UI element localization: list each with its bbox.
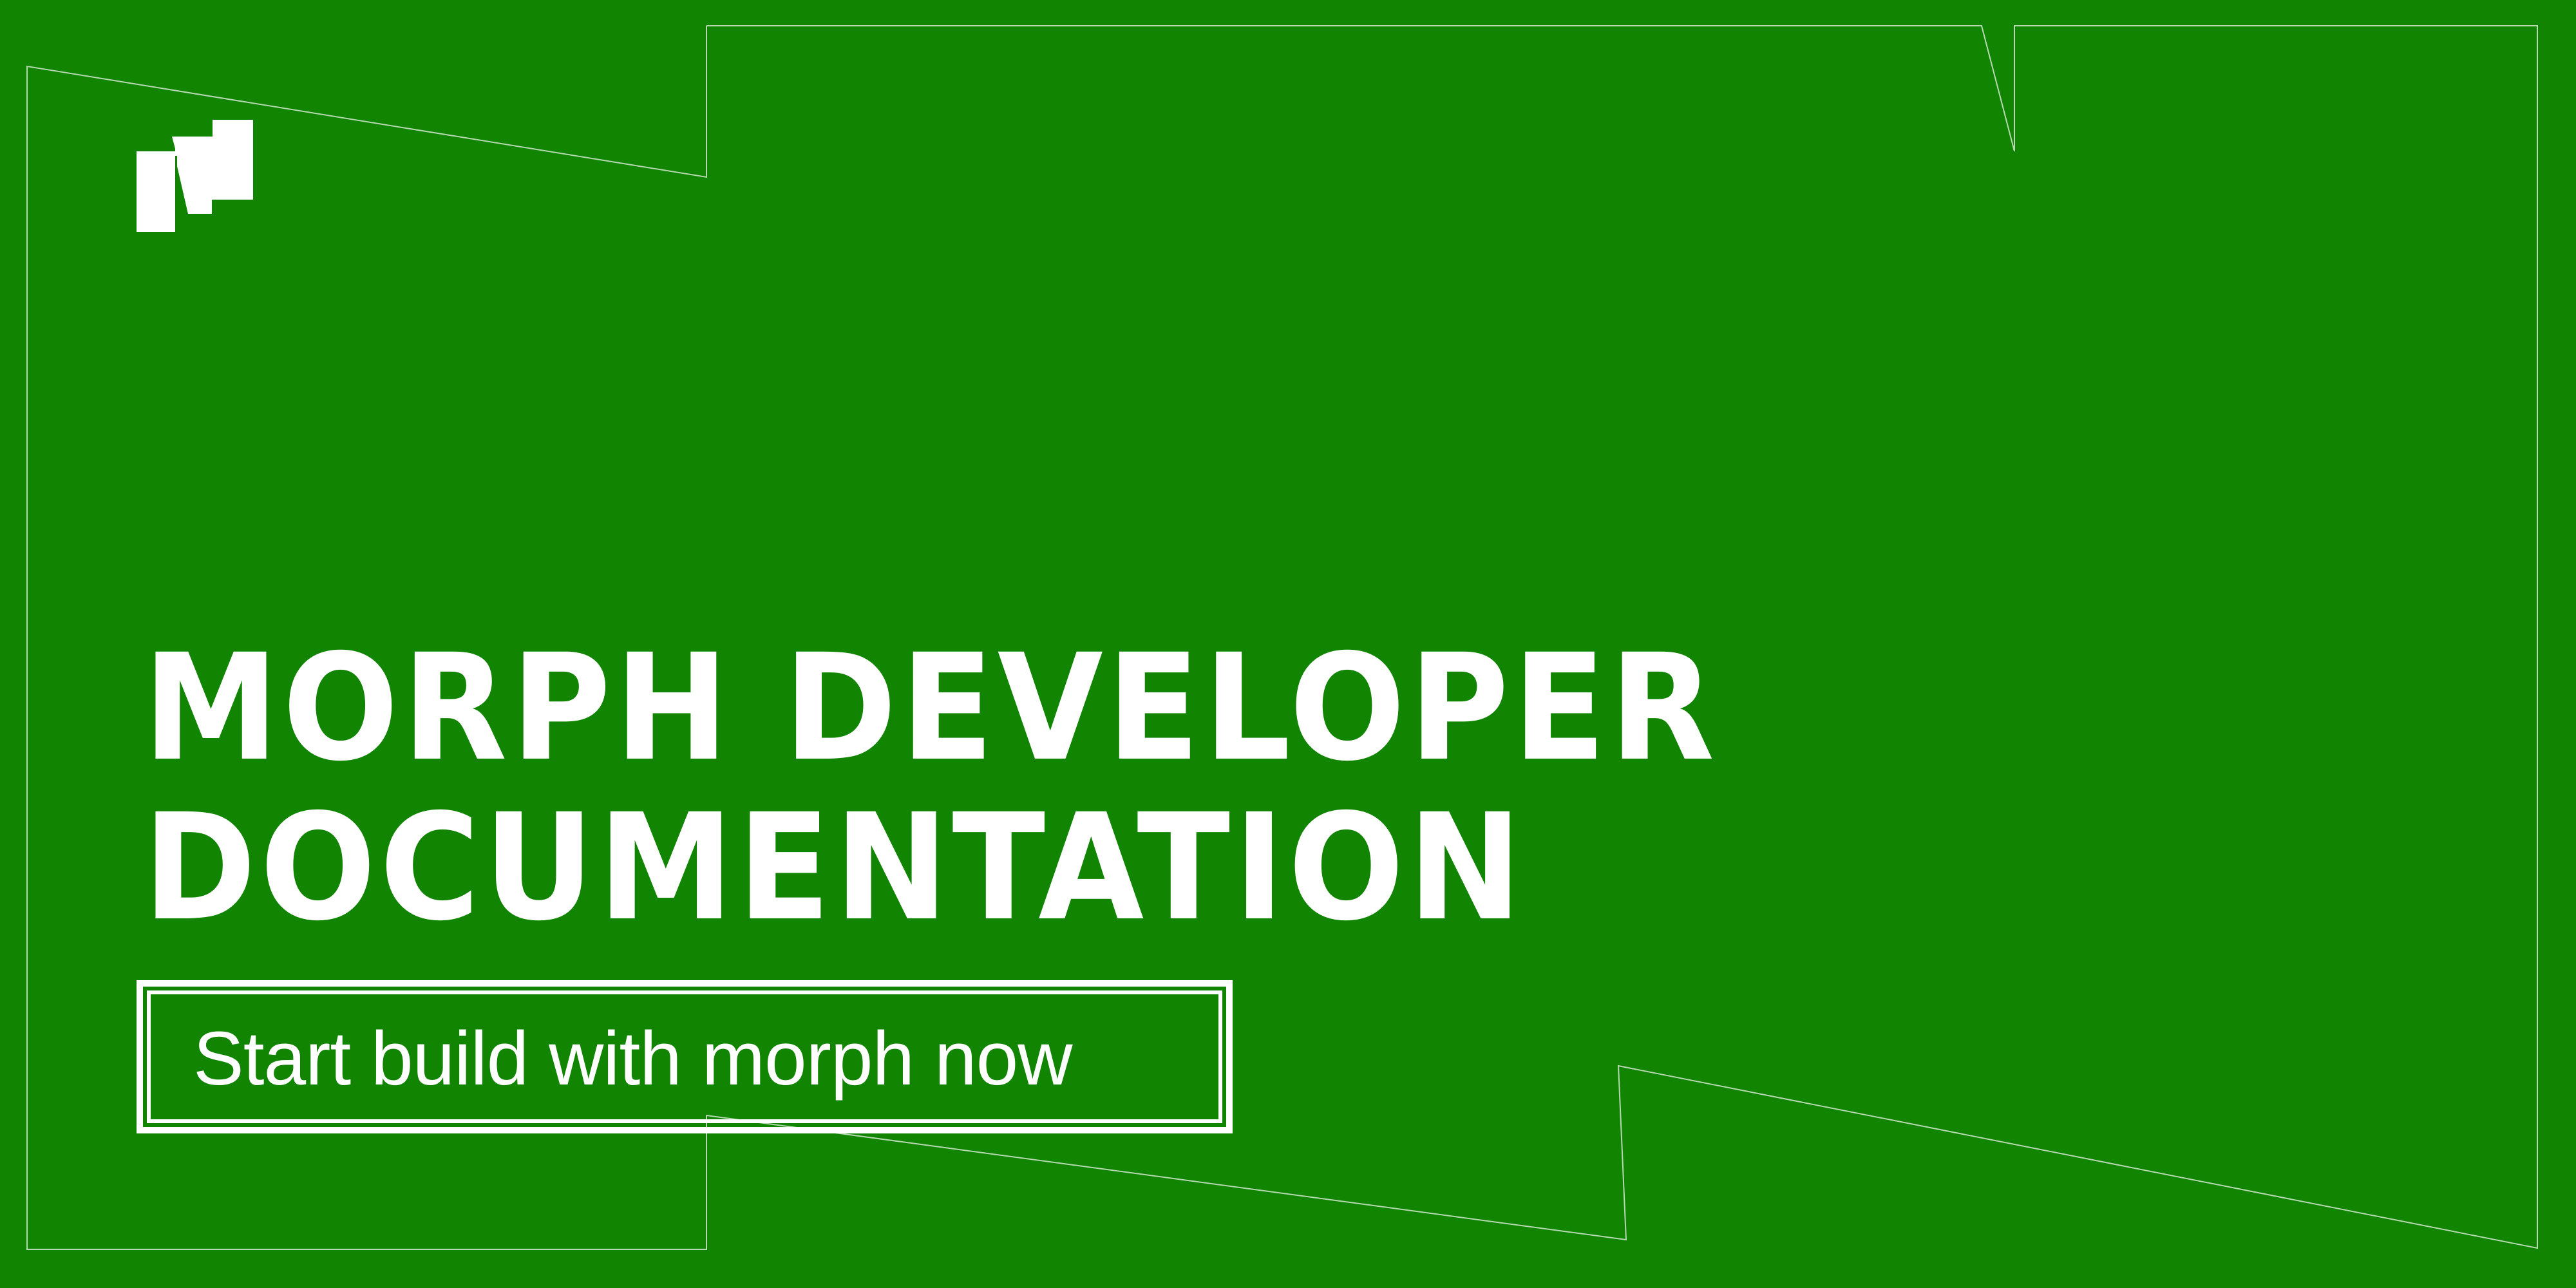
start-building-button[interactable]: Start build with morph now [137,980,1233,1133]
title-line-2: DOCUMENTATION [143,782,1526,953]
start-building-button-label: Start build with morph now [193,1016,1072,1101]
title-line-1: MORPH DEVELOPER [143,622,1719,793]
page-title: MORPH DEVELOPER DOCUMENTATION [143,628,1718,947]
